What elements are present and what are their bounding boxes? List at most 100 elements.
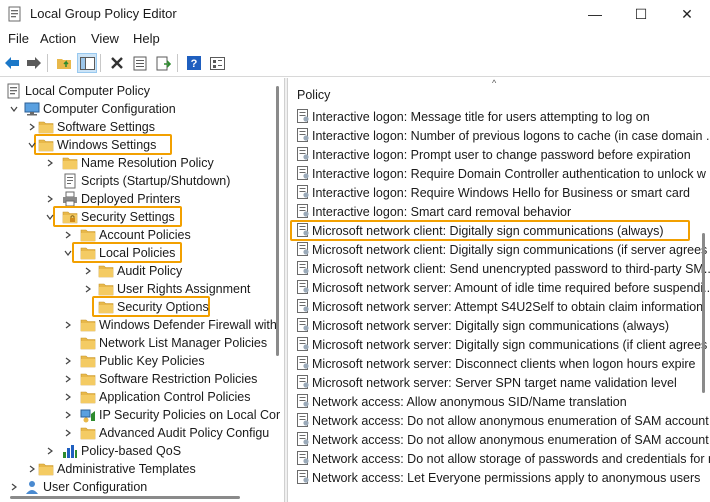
policy-row[interactable]: Network access: Do not allow storage of … [288, 449, 710, 468]
tree-item[interactable]: IP Security Policies on Local Cor [0, 406, 284, 424]
policy-row[interactable]: Microsoft network client: Digitally sign… [288, 240, 710, 259]
menu-file[interactable]: File [8, 31, 29, 46]
tree-item[interactable]: Windows Settings [0, 136, 284, 154]
tree-vertical-scrollbar[interactable] [276, 86, 279, 356]
tree-item[interactable]: Policy-based QoS [0, 442, 284, 460]
chevron-right-icon[interactable] [62, 372, 74, 386]
chevron-right-icon[interactable] [62, 390, 74, 404]
chevron-down-icon[interactable] [8, 102, 20, 116]
policy-row[interactable]: Interactive logon: Require Windows Hello… [288, 183, 710, 202]
policy-name: Interactive logon: Prompt user to change… [312, 148, 691, 162]
tree-item[interactable]: Scripts (Startup/Shutdown) [0, 172, 284, 190]
chevron-down-icon[interactable] [26, 138, 38, 152]
chevron-right-icon[interactable] [62, 318, 74, 332]
tree-item[interactable]: Administrative Templates [0, 460, 284, 478]
properties-icon[interactable] [130, 53, 150, 73]
policy-row[interactable]: Interactive logon: Prompt user to change… [288, 145, 710, 164]
chevron-right-icon[interactable] [62, 228, 74, 242]
policy-row[interactable]: Microsoft network server: Server SPN tar… [288, 373, 710, 392]
chevron-right-icon[interactable] [26, 462, 38, 476]
toolbar-separator [177, 54, 178, 72]
up-folder-icon[interactable] [54, 53, 74, 73]
tree-item[interactable]: Security Options [0, 298, 284, 316]
policy-row[interactable]: Microsoft network server: Amount of idle… [288, 278, 710, 297]
policy-setting-icon [296, 166, 310, 180]
export-list-icon[interactable] [153, 53, 173, 73]
policy-setting-icon [296, 451, 310, 465]
policy-row[interactable]: Network access: Let Everyone permissions… [288, 468, 710, 487]
policy-row[interactable]: Microsoft network server: Digitally sign… [288, 335, 710, 354]
menu-help[interactable]: Help [133, 31, 160, 46]
tree-item-label: Audit Policy [117, 264, 183, 278]
policy-row[interactable]: Microsoft network server: Digitally sign… [288, 316, 710, 335]
chevron-right-icon[interactable] [62, 354, 74, 368]
chevron-right-icon[interactable] [8, 480, 20, 494]
show-hide-tree-icon[interactable] [77, 53, 97, 73]
view-icon[interactable] [207, 53, 227, 73]
chevron-down-icon[interactable] [44, 210, 56, 224]
chevron-down-icon[interactable] [62, 246, 74, 260]
policy-name: Microsoft network server: Amount of idle… [312, 281, 710, 295]
maximize-button[interactable]: ☐ [618, 0, 664, 28]
tree-item[interactable]: Audit Policy [0, 262, 284, 280]
chevron-right-icon[interactable] [26, 120, 38, 134]
policy-row[interactable]: Microsoft network client: Send unencrypt… [288, 259, 710, 278]
menu-view[interactable]: View [91, 31, 119, 46]
chevron-right-icon[interactable] [82, 264, 94, 278]
help-icon[interactable]: ? [184, 53, 204, 73]
tree-item[interactable]: Public Key Policies [0, 352, 284, 370]
minimize-button[interactable]: — [572, 0, 618, 28]
policy-row[interactable]: Microsoft network server: Disconnect cli… [288, 354, 710, 373]
toolbar: ? [0, 50, 710, 77]
policy-name: Interactive logon: Require Domain Contro… [312, 167, 706, 181]
tree-item[interactable]: Name Resolution Policy [0, 154, 284, 172]
policy-row[interactable]: Interactive logon: Smart card removal be… [288, 202, 710, 221]
chevron-right-icon[interactable] [44, 156, 56, 170]
back-icon[interactable] [2, 53, 22, 73]
policy-name: Microsoft network client: Digitally sign… [312, 243, 708, 257]
policy-row[interactable]: Network access: Allow anonymous SID/Name… [288, 392, 710, 411]
column-title: Policy [297, 88, 331, 102]
close-button[interactable]: ✕ [664, 0, 710, 28]
tree-item-label: User Configuration [43, 480, 148, 494]
policy-name: Microsoft network server: Digitally sign… [312, 319, 670, 333]
chevron-right-icon[interactable] [82, 282, 94, 296]
tree-item[interactable]: Advanced Audit Policy Configu [0, 424, 284, 442]
tree-item[interactable]: Local Policies [0, 244, 284, 262]
policy-row[interactable]: Interactive logon: Message title for use… [288, 107, 710, 126]
folder-icon [98, 299, 114, 315]
chevron-right-icon[interactable] [44, 444, 56, 458]
policy-name: Microsoft network client: Send unencrypt… [312, 262, 710, 276]
tree-item[interactable]: Windows Defender Firewall with [0, 316, 284, 334]
policy-row[interactable]: Interactive logon: Require Domain Contro… [288, 164, 710, 183]
policy-list-pane[interactable]: ^ Policy Interactive logon: Message titl… [288, 78, 710, 502]
tree-item[interactable]: Local Computer Policy [0, 82, 284, 100]
tree-item[interactable]: Software Restriction Policies [0, 370, 284, 388]
policy-row[interactable]: Interactive logon: Number of previous lo… [288, 126, 710, 145]
forward-icon[interactable] [24, 53, 44, 73]
chevron-right-icon[interactable] [62, 408, 74, 422]
folder-icon [38, 461, 54, 477]
tree-pane[interactable]: Local Computer Policy Computer Configurat… [0, 78, 284, 502]
tree-horizontal-scrollbar[interactable] [10, 496, 240, 499]
tree-item[interactable]: Network List Manager Policies [0, 334, 284, 352]
toolbar-separator [47, 54, 48, 72]
tree-item[interactable]: Security Settings [0, 208, 284, 226]
policy-row[interactable]: Network access: Do not allow anonymous e… [288, 430, 710, 449]
folder-icon [80, 353, 96, 369]
tree-item[interactable]: User Configuration [0, 478, 284, 496]
menu-action[interactable]: Action [40, 31, 76, 46]
column-header-policy[interactable]: ^ Policy [288, 78, 710, 106]
tree-item-label: User Rights Assignment [117, 282, 251, 296]
policy-row[interactable]: Network access: Do not allow anonymous e… [288, 411, 710, 430]
policy-setting-icon [296, 204, 310, 218]
tree-item[interactable]: Application Control Policies [0, 388, 284, 406]
tree-item-label: Computer Configuration [43, 102, 176, 116]
vertical-scrollbar[interactable] [702, 233, 705, 393]
policy-row[interactable]: Microsoft network server: Attempt S4U2Se… [288, 297, 710, 316]
tree-item[interactable]: Computer Configuration [0, 100, 284, 118]
delete-icon[interactable] [107, 53, 127, 73]
tree-item-label: Deployed Printers [81, 192, 181, 206]
chevron-right-icon[interactable] [62, 426, 74, 440]
chevron-right-icon[interactable] [44, 192, 56, 206]
